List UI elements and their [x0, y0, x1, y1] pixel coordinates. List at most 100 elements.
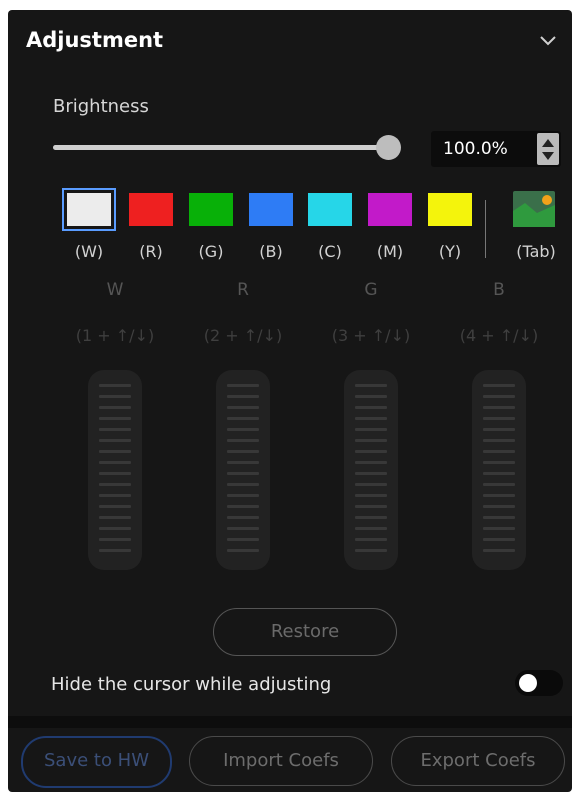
slider-tick	[355, 527, 387, 530]
slider-tick	[99, 483, 131, 486]
channel-shortcut-hint: (1 + ↑/↓)	[75, 326, 155, 345]
slider-tick	[483, 450, 515, 453]
slider-tick	[483, 505, 515, 508]
slider-tick	[483, 472, 515, 475]
swatch-label: (W)	[74, 242, 104, 261]
channel-label: G	[364, 280, 378, 300]
spin-buttons[interactable]	[537, 133, 559, 165]
brightness-spinbox[interactable]: 100.0%	[431, 131, 561, 167]
image-icon[interactable]	[513, 191, 555, 227]
slider-tick	[227, 483, 259, 486]
adjustment-panel: Adjustment Brightness 100.0% (W) (R) (G) (B…	[8, 10, 572, 792]
slider-tick	[483, 461, 515, 464]
slider-tick	[355, 417, 387, 420]
channel-shortcut-hint: (3 + ↑/↓)	[331, 326, 411, 345]
slider-tick	[99, 395, 131, 398]
swatch-label: (R)	[139, 242, 163, 261]
channel-label: R	[237, 280, 249, 300]
slider-tick	[483, 406, 515, 409]
slider-tick	[483, 538, 515, 541]
swatch-label: (G)	[198, 242, 224, 261]
channel-slider[interactable]	[216, 370, 270, 570]
slider-tick	[99, 516, 131, 519]
panel-header[interactable]: Adjustment	[8, 10, 572, 76]
slider-tick	[355, 483, 387, 486]
slider-tick	[227, 428, 259, 431]
slider-tick	[99, 461, 131, 464]
panel-title: Adjustment	[26, 28, 164, 52]
swatch-3[interactable]	[249, 193, 293, 226]
restore-button[interactable]: Restore	[213, 608, 397, 656]
brightness-slider-fill	[53, 145, 388, 150]
slider-tick	[355, 461, 387, 464]
slider-tick	[99, 406, 131, 409]
slider-tick	[227, 395, 259, 398]
slider-tick	[483, 384, 515, 387]
swatch-2[interactable]	[189, 193, 233, 226]
channel-shortcut-hint: (4 + ↑/↓)	[459, 326, 539, 345]
brightness-slider[interactable]	[53, 135, 401, 160]
hide-cursor-label: Hide the cursor while adjusting	[51, 674, 332, 695]
slider-tick	[227, 450, 259, 453]
channel-slider[interactable]	[344, 370, 398, 570]
slider-tick	[99, 384, 131, 387]
channel-slider[interactable]	[472, 370, 526, 570]
swatch-4[interactable]	[308, 193, 352, 226]
slider-tick	[99, 527, 131, 530]
slider-tick	[355, 516, 387, 519]
hide-cursor-toggle[interactable]	[515, 670, 563, 696]
slider-tick	[227, 439, 259, 442]
swatch-5[interactable]	[368, 193, 412, 226]
brightness-label: Brightness	[53, 96, 149, 117]
slider-tick	[99, 549, 131, 552]
slider-tick	[483, 549, 515, 552]
slider-tick	[355, 395, 387, 398]
spin-up-icon[interactable]	[542, 139, 554, 147]
slider-tick	[227, 472, 259, 475]
slider-tick	[355, 439, 387, 442]
slider-tick	[227, 494, 259, 497]
slider-tick	[483, 494, 515, 497]
channel-label: W	[106, 280, 124, 300]
channel-slider[interactable]	[88, 370, 142, 570]
chevron-down-icon[interactable]	[538, 34, 558, 48]
slider-tick	[483, 428, 515, 431]
slider-tick	[99, 450, 131, 453]
slider-tick	[227, 516, 259, 519]
slider-tick	[483, 417, 515, 420]
swatch-0[interactable]	[62, 188, 116, 231]
slider-tick	[355, 472, 387, 475]
swatch-label: (Y)	[438, 242, 462, 261]
slider-tick	[99, 505, 131, 508]
swatch-6[interactable]	[428, 193, 472, 226]
spin-down-icon[interactable]	[542, 152, 554, 160]
swatch-label: (M)	[376, 242, 404, 261]
slider-tick	[99, 428, 131, 431]
save-to-hw-button[interactable]: Save to HW	[21, 736, 172, 788]
brightness-slider-thumb[interactable]	[376, 135, 401, 160]
slider-tick	[99, 494, 131, 497]
slider-tick	[483, 483, 515, 486]
slider-tick	[227, 538, 259, 541]
slider-tick	[227, 384, 259, 387]
slider-tick	[227, 527, 259, 530]
slider-tick	[483, 516, 515, 519]
slider-tick	[483, 527, 515, 530]
slider-tick	[355, 549, 387, 552]
slider-tick	[227, 461, 259, 464]
toggle-knob	[519, 674, 537, 692]
swatch-1[interactable]	[129, 193, 173, 226]
tab-swatch-label: (Tab)	[516, 242, 556, 261]
footer-separator	[8, 716, 572, 728]
export-coefs-button[interactable]: Export Coefs	[391, 736, 565, 786]
channel-shortcut-hint: (2 + ↑/↓)	[203, 326, 283, 345]
slider-tick	[99, 417, 131, 420]
swatch-label: (B)	[259, 242, 283, 261]
slider-tick	[355, 505, 387, 508]
slider-tick	[355, 450, 387, 453]
brightness-value[interactable]: 100.0%	[443, 139, 508, 159]
slider-tick	[483, 395, 515, 398]
import-coefs-button[interactable]: Import Coefs	[189, 736, 373, 786]
slider-tick	[227, 406, 259, 409]
slider-tick	[99, 472, 131, 475]
